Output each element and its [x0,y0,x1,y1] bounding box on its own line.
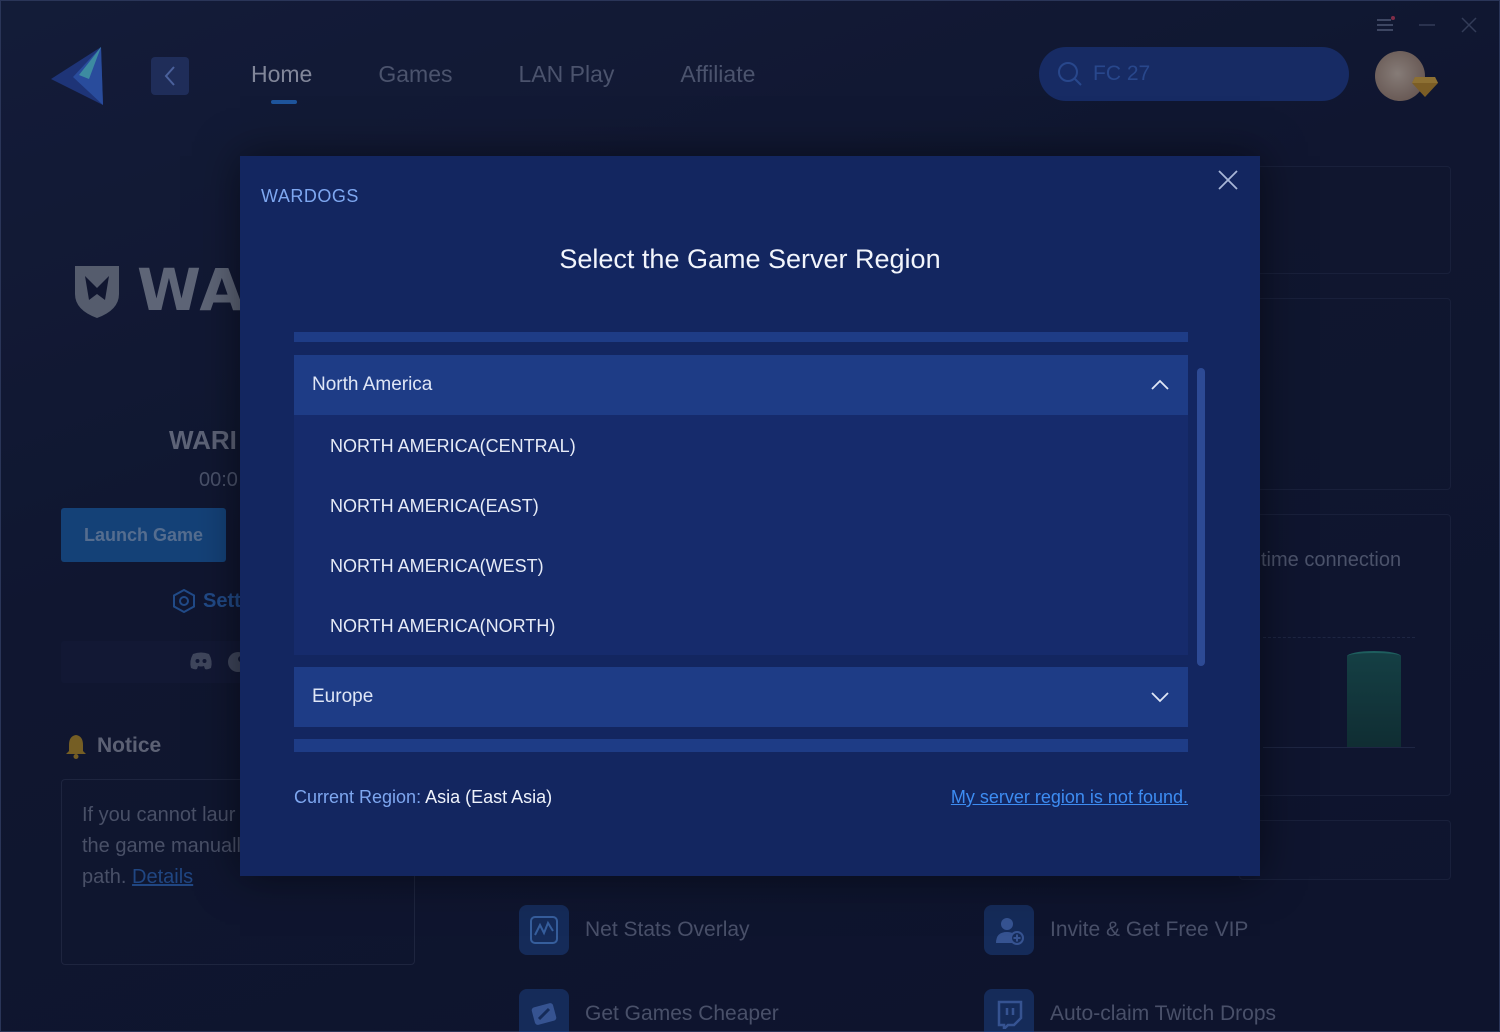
nav-games[interactable]: Games [378,61,452,88]
server-item[interactable]: NORTH AMERICA(WEST) [330,556,544,577]
feature-net-stats[interactable]: Net Stats Overlay [519,905,750,955]
server-region-dialog: WARDOGS Select the Game Server Region No… [240,156,1260,876]
search-icon [1058,62,1082,86]
region-header-europe[interactable]: Europe [294,667,1188,727]
region-name: North America [312,374,433,395]
region-header-north-america[interactable]: North America [294,355,1188,415]
launch-game-button[interactable]: Launch Game [61,508,226,562]
nav-affiliate[interactable]: Affiliate [680,61,755,88]
dialog-close-icon[interactable] [1216,168,1240,192]
invite-user-icon [984,905,1034,955]
notice-details-link[interactable]: Details [132,866,193,888]
bell-icon [66,735,86,759]
vip-diamond-icon [1412,77,1438,97]
feature-label: Net Stats Overlay [585,918,750,941]
search-input[interactable] [1093,62,1293,86]
chart-baseline [1263,747,1415,748]
current-region: Current Region: Asia (East Asia) [294,787,552,808]
region-servers-north-america: NORTH AMERICA(CENTRAL) NORTH AMERICA(EAS… [294,415,1188,655]
right-card-1 [1239,166,1451,274]
notice-heading: Notice [65,733,161,759]
game-name: WARI [169,425,237,455]
chart-gridline [1263,637,1415,638]
right-card-2 [1239,298,1451,490]
right-card-4 [1239,820,1451,880]
realtime-connection-label: time connection [1261,549,1402,571]
menu-icon[interactable] [1375,15,1395,35]
settings-label: Sett [203,589,241,612]
search-box[interactable] [1039,47,1349,101]
feature-label: Auto-claim Twitch Drops [1050,1002,1277,1025]
region-list-scrollbar[interactable] [1197,368,1205,666]
twitch-icon [984,989,1034,1032]
discord-icon[interactable] [189,651,213,671]
app-logo-icon [49,45,105,107]
region-list[interactable]: North America NORTH AMERICA(CENTRAL) NOR… [294,332,1188,752]
feature-twitch-drops[interactable]: Auto-claim Twitch Drops [984,989,1276,1032]
net-stats-icon [519,905,569,955]
feature-invite-vip[interactable]: Invite & Get Free VIP [984,905,1248,955]
region-not-found-link[interactable]: My server region is not found. [951,787,1188,808]
current-region-label: Current Region: [294,787,422,807]
region-item-partial [294,739,1188,752]
minimize-icon[interactable] [1417,15,1437,35]
connection-chart-bar [1347,651,1401,747]
server-item[interactable]: NORTH AMERICA(CENTRAL) [330,436,576,457]
current-region-value: Asia (East Asia) [425,787,553,807]
game-play-time: 00:0 [199,469,238,491]
feature-label: Get Games Cheaper [585,1002,779,1025]
server-item[interactable]: NORTH AMERICA(NORTH) [330,616,555,637]
feature-games-cheaper[interactable]: Get Games Cheaper [519,989,779,1032]
settings-hex-icon [173,589,195,613]
nav-lan-play[interactable]: LAN Play [519,61,615,88]
back-button[interactable] [151,57,189,95]
feature-label: Invite & Get Free VIP [1050,918,1249,941]
chevron-up-icon [1151,379,1169,390]
server-item[interactable]: NORTH AMERICA(EAST) [330,496,539,517]
region-name: Europe [312,686,374,707]
dialog-game-tag: WARDOGS [261,186,359,206]
window-close-icon[interactable] [1459,15,1479,35]
chevron-left-icon [164,66,175,86]
nav-home[interactable]: Home [251,61,312,104]
game-settings-link[interactable]: Sett [173,589,241,613]
window-controls [1375,15,1479,35]
discount-icon [519,989,569,1032]
chevron-down-icon [1151,692,1169,703]
region-item-partial [294,332,1188,342]
main-nav: Home Games LAN Play Affiliate [251,61,755,104]
notice-title: Notice [97,734,162,757]
dialog-title: Select the Game Server Region [559,244,941,274]
wardogs-shield-icon [75,266,119,318]
